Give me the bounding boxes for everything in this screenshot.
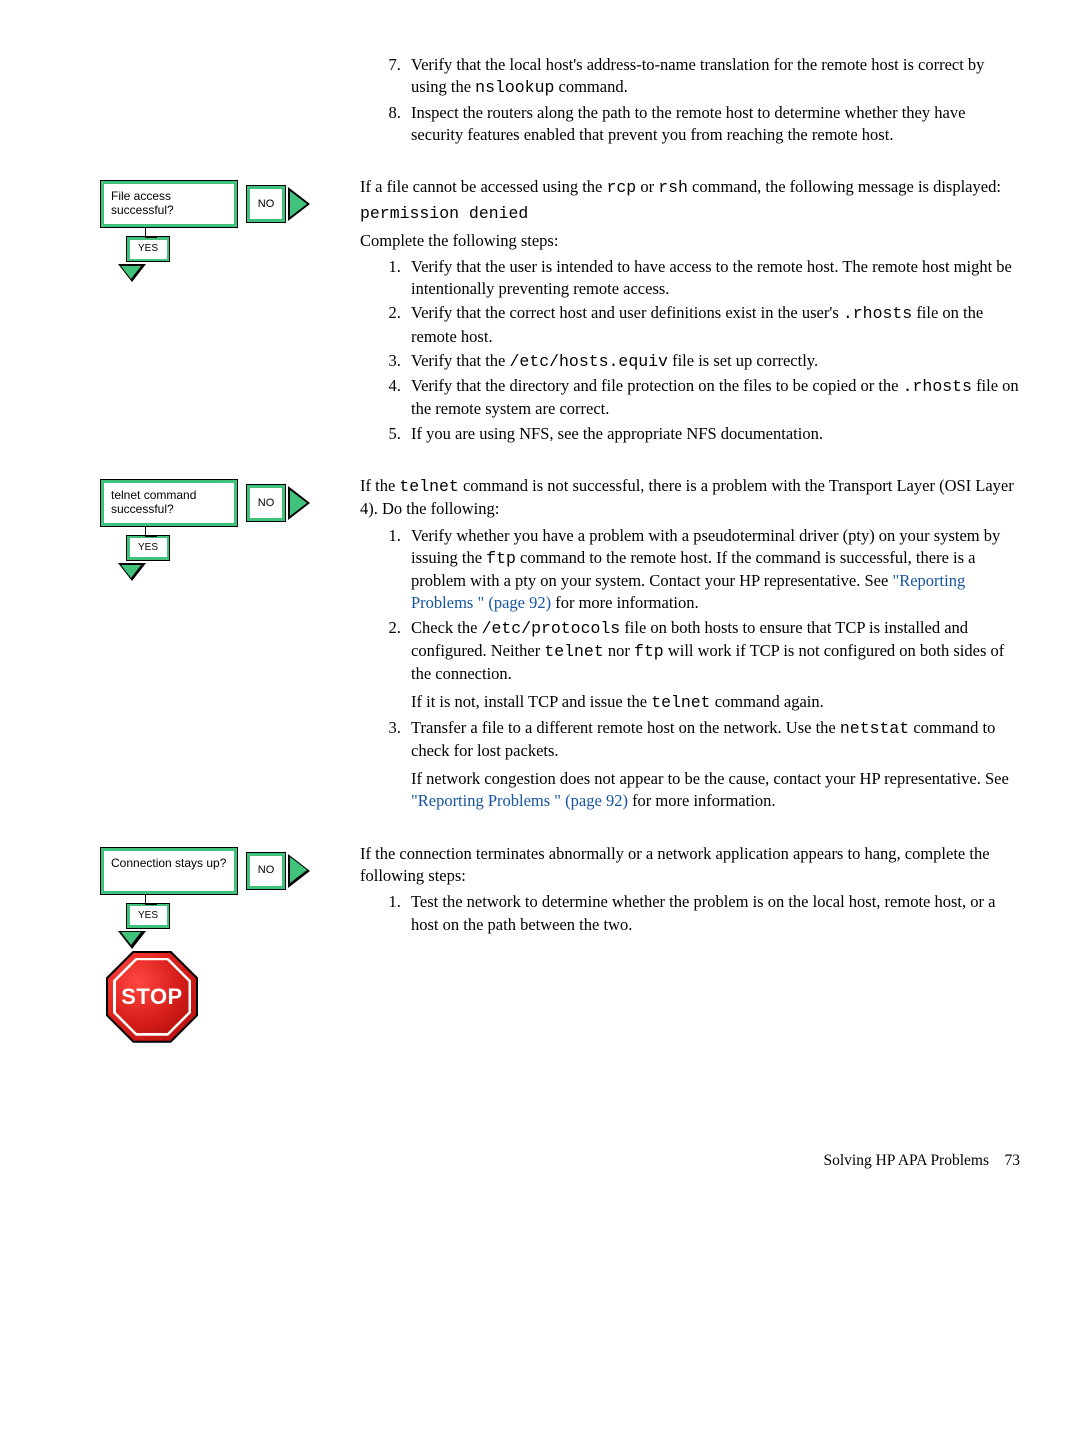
no-label: NO xyxy=(250,856,282,886)
yes-label: YES xyxy=(130,538,167,557)
decision-box: Connection stays up? xyxy=(100,847,238,895)
decision-telnet: telnet command successful? NO YES xyxy=(100,479,300,561)
conn-list: Test the network to determine whether th… xyxy=(360,891,1020,936)
connection-row: Connection stays up? NO YES STOP xyxy=(60,843,1020,1041)
telnet-step-3-para: If network congestion does not appear to… xyxy=(411,768,1020,813)
code-netstat: netstat xyxy=(840,719,909,738)
stop-label: STOP xyxy=(121,982,183,1012)
footer-title: Solving HP APA Problems xyxy=(823,1152,989,1169)
conn-step-1: Test the network to determine whether th… xyxy=(405,891,1020,936)
telnet-text: If the telnet command is not successful,… xyxy=(360,475,1020,815)
telnet-step-2: Check the /etc/protocols file on both ho… xyxy=(405,617,1020,715)
telnet-intro: If the telnet command is not successful,… xyxy=(360,475,1020,521)
decision-file-access: File access successful? NO YES xyxy=(100,180,300,262)
code-ftp: ftp xyxy=(486,549,516,568)
telnet-step-1: Verify whether you have a problem with a… xyxy=(405,525,1020,615)
connection-text: If the connection terminates abnormally … xyxy=(360,843,1020,938)
code-ftp2: ftp xyxy=(634,642,664,661)
page-number: 73 xyxy=(1005,1152,1021,1169)
decision-box: File access successful? xyxy=(100,180,238,228)
decision-label: File access successful? xyxy=(104,184,234,224)
decision-connection: Connection stays up? NO YES xyxy=(100,847,300,929)
decision-box: telnet command successful? xyxy=(100,479,238,527)
code-telnet2: telnet xyxy=(544,642,603,661)
fa-step-2: Verify that the correct host and user de… xyxy=(405,302,1020,348)
link-reporting-problems-2[interactable]: "Reporting Problems " (page 92) xyxy=(411,791,628,810)
conn-intro: If the connection terminates abnormally … xyxy=(360,843,1020,888)
permission-denied-msg: permission denied xyxy=(360,203,1020,225)
fa-step-3: Verify that the /etc/hosts.equiv file is… xyxy=(405,350,1020,373)
yes-label: YES xyxy=(130,240,167,259)
yes-box: YES xyxy=(126,535,170,561)
no-box: NO xyxy=(246,185,286,223)
fa-list: Verify that the user is intended to have… xyxy=(360,256,1020,445)
no-box: NO xyxy=(246,484,286,522)
top-row: Verify that the local host's address-to-… xyxy=(60,50,1020,148)
telnet-step-2-para: If it is not, install TCP and issue the … xyxy=(411,691,1020,714)
code-rhosts2: .rhosts xyxy=(903,377,972,396)
fa-intro2: Complete the following steps: xyxy=(360,230,1020,252)
step-8: Inspect the routers along the path to th… xyxy=(405,102,1020,147)
no-label: NO xyxy=(250,488,282,518)
fa-step-4: Verify that the directory and file prote… xyxy=(405,375,1020,421)
code-rsh: rsh xyxy=(658,178,688,197)
telnet-row: telnet command successful? NO YES If the… xyxy=(60,475,1020,815)
top-list: Verify that the local host's address-to-… xyxy=(360,54,1020,146)
fa-step-5: If you are using NFS, see the appropriat… xyxy=(405,423,1020,445)
yes-box: YES xyxy=(126,903,170,929)
code-nslookup: nslookup xyxy=(475,78,554,97)
no-label: NO xyxy=(250,189,282,219)
fa-step-1: Verify that the user is intended to have… xyxy=(405,256,1020,301)
yes-box: YES xyxy=(126,236,170,262)
page-footer: Solving HP APA Problems 73 xyxy=(60,1151,1020,1172)
code-rcp: rcp xyxy=(606,178,636,197)
telnet-list: Verify whether you have a problem with a… xyxy=(360,525,1020,813)
connector-line xyxy=(145,526,157,537)
decision-label: telnet command successful? xyxy=(104,483,234,523)
connector-line xyxy=(145,227,157,238)
no-box: NO xyxy=(246,852,286,890)
code-hosts-equiv: /etc/hosts.equiv xyxy=(510,352,668,371)
code-telnet3: telnet xyxy=(651,693,710,712)
step-7: Verify that the local host's address-to-… xyxy=(405,54,1020,100)
code-rhosts: .rhosts xyxy=(843,304,912,323)
code-etc-protocols: /etc/protocols xyxy=(482,619,621,638)
connector-line xyxy=(145,894,157,905)
yes-label: YES xyxy=(130,906,167,925)
top-text: Verify that the local host's address-to-… xyxy=(360,50,1020,148)
stop-sign: STOP xyxy=(108,953,360,1041)
file-access-row: File access successful? NO YES If a file… xyxy=(60,176,1020,447)
fa-intro: If a file cannot be accessed using the r… xyxy=(360,176,1020,199)
code-telnet: telnet xyxy=(399,477,458,496)
file-access-text: If a file cannot be accessed using the r… xyxy=(360,176,1020,447)
decision-label: Connection stays up? xyxy=(104,851,234,891)
telnet-step-3: Transfer a file to a different remote ho… xyxy=(405,717,1020,813)
